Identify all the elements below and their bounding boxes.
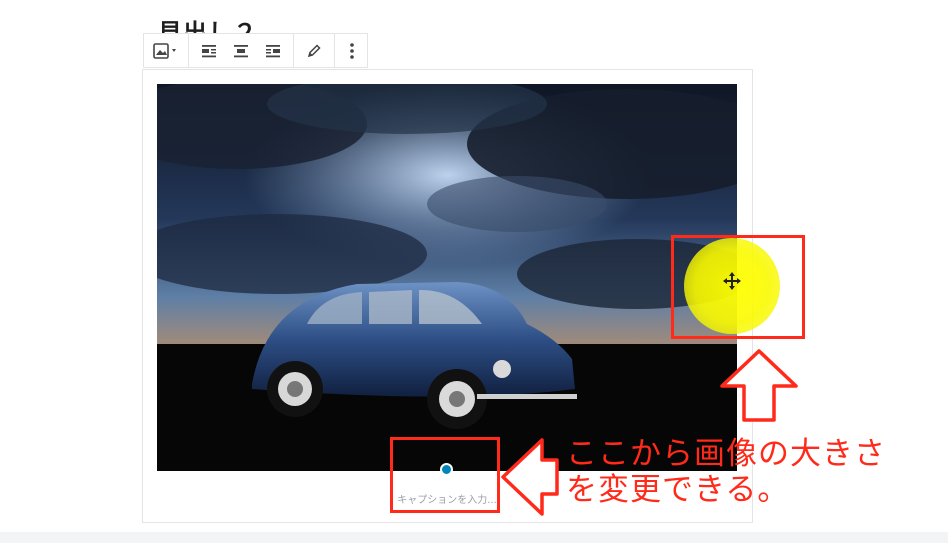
- annotation-text: ここから画像の大きさ を変更できる。: [566, 436, 886, 508]
- align-right-button[interactable]: [257, 34, 289, 67]
- editor-footer-bar: [0, 532, 948, 543]
- block-type-group: [144, 34, 189, 67]
- align-right-icon: [266, 44, 280, 57]
- block-toolbar: [143, 33, 368, 68]
- more-options-icon: [350, 42, 354, 59]
- pencil-edit-icon: [307, 43, 321, 57]
- image-block-icon: [153, 42, 176, 59]
- more-options-button[interactable]: [339, 34, 365, 67]
- align-center-icon: [234, 44, 248, 57]
- alignment-group: [189, 34, 294, 67]
- up-arrow-icon: [720, 349, 798, 422]
- highlight-box-bottom-handle: [390, 437, 500, 513]
- left-arrow-icon: [501, 438, 559, 516]
- align-center-button[interactable]: [225, 34, 257, 67]
- more-group: [335, 34, 369, 67]
- annotation-line-2: を変更できる。: [566, 472, 790, 508]
- annotation-line-1: ここから画像の大きさ: [566, 436, 886, 472]
- highlight-box-right-handle: [671, 235, 805, 339]
- car-sunset-image: [157, 84, 737, 471]
- align-left-button[interactable]: [193, 34, 225, 67]
- edit-group: [294, 34, 335, 67]
- car-photo[interactable]: [157, 84, 737, 471]
- align-left-icon: [202, 44, 216, 57]
- block-type-button[interactable]: [148, 34, 184, 67]
- edit-image-button[interactable]: [298, 34, 330, 67]
